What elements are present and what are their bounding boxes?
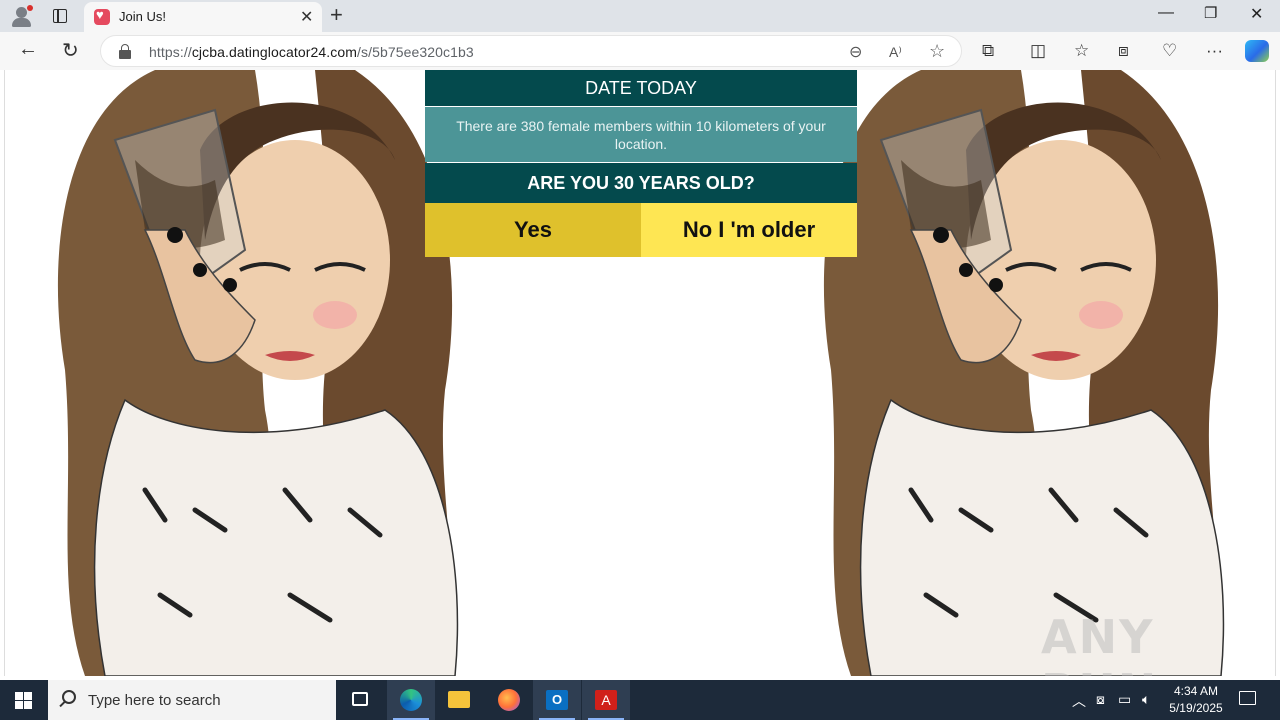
page-viewport: DATE TODAY There are 380 female members … [4, 70, 1276, 676]
edge-icon[interactable] [387, 680, 435, 720]
extensions-icon[interactable]: ⧉ [982, 41, 994, 61]
tab-strip: Join Us! ✕ + — ❐ ✕ [0, 0, 1280, 32]
split-screen-icon[interactable]: ◫ [1030, 41, 1046, 61]
back-icon[interactable]: ← [18, 38, 38, 61]
clock-date: 5/19/2025 [1169, 701, 1223, 715]
members-info-text: There are 380 female members within 10 k… [425, 107, 857, 162]
minimize-icon[interactable]: — [1158, 4, 1174, 22]
age-check-card: DATE TODAY There are 380 female members … [425, 70, 857, 257]
address-bar: ← ↻ https://cjcba.datinglocator24.com/s/… [0, 32, 1280, 70]
file-explorer-icon[interactable] [435, 680, 483, 720]
answer-buttons: Yes No I 'm older [425, 203, 857, 257]
notifications-icon[interactable] [1239, 691, 1256, 705]
taskbar: Type here to search O A ︿ ⧇ ▭ 🔈︎ 4:34 AM… [0, 680, 1280, 720]
url-text[interactable]: https://cjcba.datinglocator24.com/s/5b75… [149, 44, 474, 60]
close-tab-icon[interactable]: ✕ [300, 7, 313, 27]
system-clock[interactable]: 4:34 AM 5/19/2025 [1164, 683, 1228, 717]
refresh-icon[interactable]: ↻ [62, 38, 79, 63]
browser-essentials-icon[interactable]: ♡ [1162, 41, 1177, 61]
more-options-icon[interactable]: ··· [1206, 41, 1223, 61]
tab-actions-icon[interactable] [53, 9, 67, 23]
taskbar-search[interactable]: Type here to search [48, 680, 336, 720]
url-field[interactable]: https://cjcba.datinglocator24.com/s/5b75… [100, 35, 962, 67]
collections-icon[interactable]: ⧈ [1118, 41, 1129, 61]
windows-start-icon[interactable] [15, 692, 32, 709]
read-aloud-icon[interactable]: A⁾ [889, 44, 902, 61]
woman-illustration-right [823, 70, 1225, 676]
task-view-icon[interactable] [336, 680, 384, 720]
card-title: DATE TODAY [425, 70, 857, 106]
clock-time: 4:34 AM [1173, 684, 1219, 698]
zoom-out-icon[interactable]: ⊖ [849, 42, 862, 62]
firefox-icon[interactable] [485, 680, 533, 720]
anyrun-watermark: ANY RUN [1041, 610, 1156, 676]
search-placeholder: Type here to search [88, 692, 221, 709]
close-window-icon[interactable]: ✕ [1250, 4, 1263, 24]
search-icon [62, 690, 76, 704]
tray-overflow-icon[interactable]: ︿ [1072, 691, 1086, 711]
tab-title: Join Us! [119, 9, 166, 24]
lock-icon[interactable] [119, 44, 131, 59]
yes-button[interactable]: Yes [425, 203, 641, 257]
network-icon[interactable]: ▭ [1118, 691, 1131, 708]
outlook-icon[interactable]: O [533, 680, 581, 720]
tab-join-us[interactable]: Join Us! ✕ [84, 2, 322, 32]
heart-favicon-icon [94, 7, 110, 25]
profile-icon[interactable] [10, 5, 34, 27]
copilot-icon[interactable] [1245, 40, 1269, 62]
favorites-icon[interactable]: ☆ [1074, 41, 1089, 61]
new-tab-icon[interactable]: + [330, 2, 343, 28]
favorite-star-icon[interactable]: ☆ [929, 41, 945, 62]
older-button[interactable]: No I 'm older [641, 203, 857, 257]
age-question: ARE YOU 30 YEARS OLD? [425, 163, 857, 203]
volume-icon[interactable]: 🔈︎ [1142, 691, 1150, 708]
restore-icon[interactable]: ❐ [1204, 4, 1217, 22]
device-icon[interactable]: ⧇ [1096, 691, 1105, 708]
acrobat-icon[interactable]: A [582, 680, 630, 720]
